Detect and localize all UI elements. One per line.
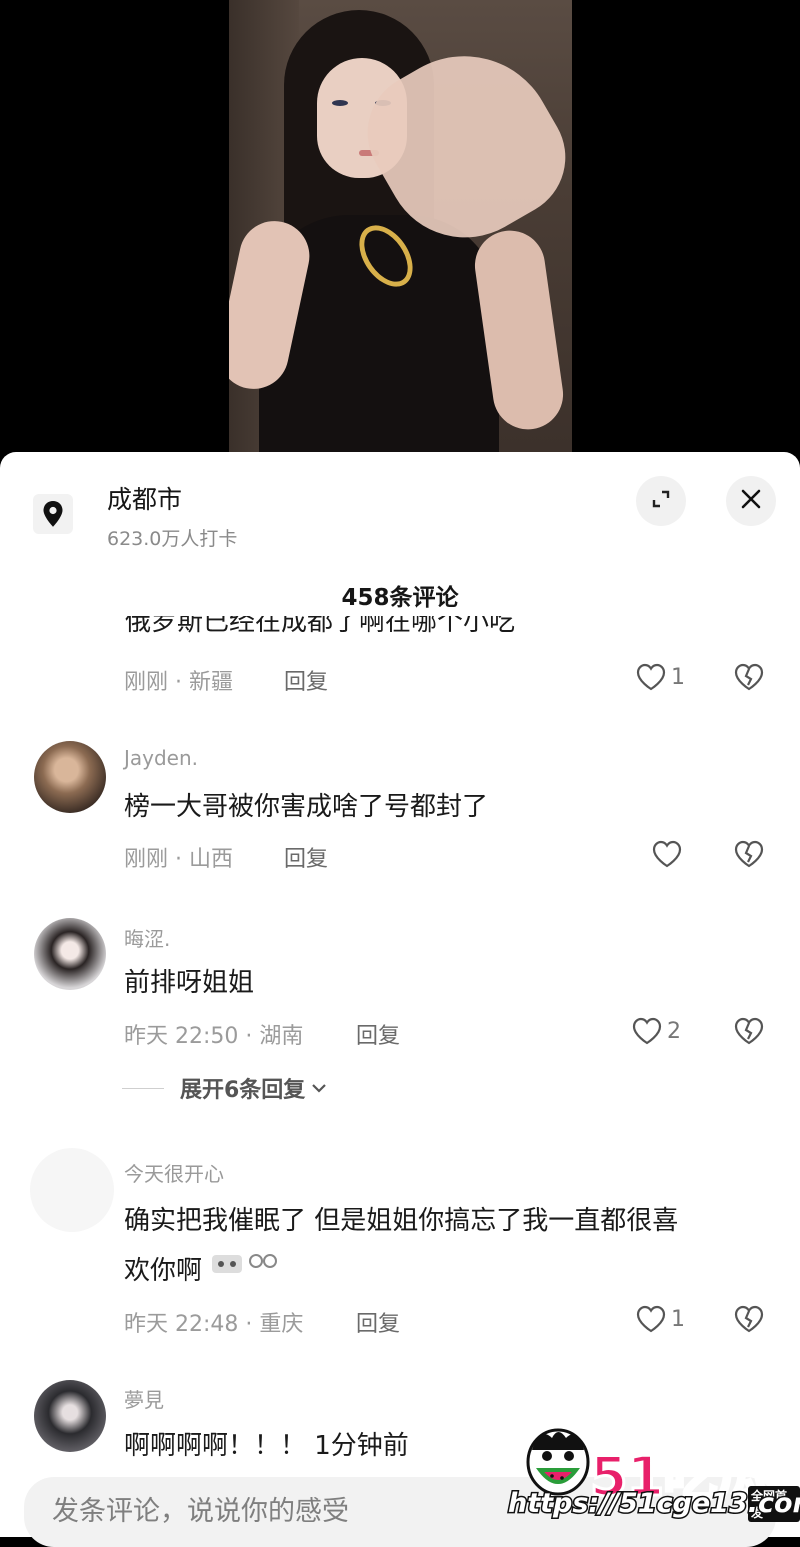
heart-icon [652,840,682,868]
expand-icon [649,487,673,515]
comment-username[interactable]: 晦涩. [124,923,170,952]
avatar[interactable] [34,918,106,990]
location-pin-icon [33,494,73,534]
location-checkins: 623.0万人打卡 [107,528,238,550]
comment-text-line1: 确实把我催眠了 但是姐姐你搞忘了我一直都很喜 [124,1206,679,1236]
watermark-url: https://51cge13.com [507,1487,800,1521]
dislike-button[interactable] [733,839,765,873]
like-button[interactable]: 2 [631,1016,681,1046]
like-count: 2 [667,1018,681,1044]
heart-icon [636,663,666,691]
comment-text-line2: 欢你啊 [124,1248,280,1295]
comment-meta: 刚刚 · 新疆 [124,670,233,695]
heart-icon [636,1305,666,1333]
avatar[interactable] [30,1148,114,1232]
comment-username[interactable]: Jayden. [124,746,198,770]
comment-meta: 昨天 22:48 · 重庆 [124,1312,304,1337]
close-button[interactable] [726,476,776,526]
location-title[interactable]: 成都市 [107,480,182,516]
comment-sheet [0,452,800,1537]
broken-heart-icon [734,1017,764,1045]
divider [122,1087,164,1089]
reply-button[interactable]: 回复 [356,1306,400,1338]
reply-button[interactable]: 回复 [284,841,328,873]
like-count: 1 [671,1306,685,1332]
like-button[interactable]: 1 [635,662,685,692]
avatar[interactable] [34,1380,106,1452]
heart-icon [632,1017,662,1045]
emoji-sticker-icon [210,1249,280,1295]
reply-button[interactable]: 回复 [284,664,328,696]
comment-username[interactable]: 夢見 [124,1384,164,1413]
video-player[interactable] [0,0,800,470]
dislike-button[interactable] [733,1016,765,1050]
like-button[interactable]: 1 [635,1304,685,1334]
comment-meta: 刚刚 · 山西 [124,847,233,872]
video-frame [229,0,572,470]
dislike-button[interactable] [733,662,765,696]
chevron-down-icon [312,1084,327,1093]
comment-text: 榜一大哥被你害成啥了号都封了 [124,792,489,822]
reply-button[interactable]: 回复 [356,1018,400,1050]
broken-heart-icon [734,663,764,691]
comment-username[interactable]: 今天很开心 [124,1158,224,1187]
dislike-button[interactable] [733,1304,765,1338]
like-count: 1 [671,664,685,690]
close-icon [740,488,762,514]
broken-heart-icon [734,1305,764,1333]
broken-heart-icon [734,840,764,868]
like-button[interactable] [651,839,683,869]
comment-count-title: 458条评论 [341,585,459,611]
expand-replies-label: 展开6条回复 [180,1078,306,1103]
comment-text: 前排呀姐姐 [124,968,255,998]
comment-meta: 昨天 22:50 · 湖南 [124,1024,304,1049]
comment-text: 啊啊啊啊！！！ 1分钟前 [124,1431,409,1461]
expand-button[interactable] [636,476,686,526]
avatar[interactable] [34,741,106,813]
expand-replies-button[interactable]: 展开6条回复 [122,1072,329,1104]
comment-text-partial: 俄罗斯已经在成都了啊在哪个小吃 [125,616,516,637]
